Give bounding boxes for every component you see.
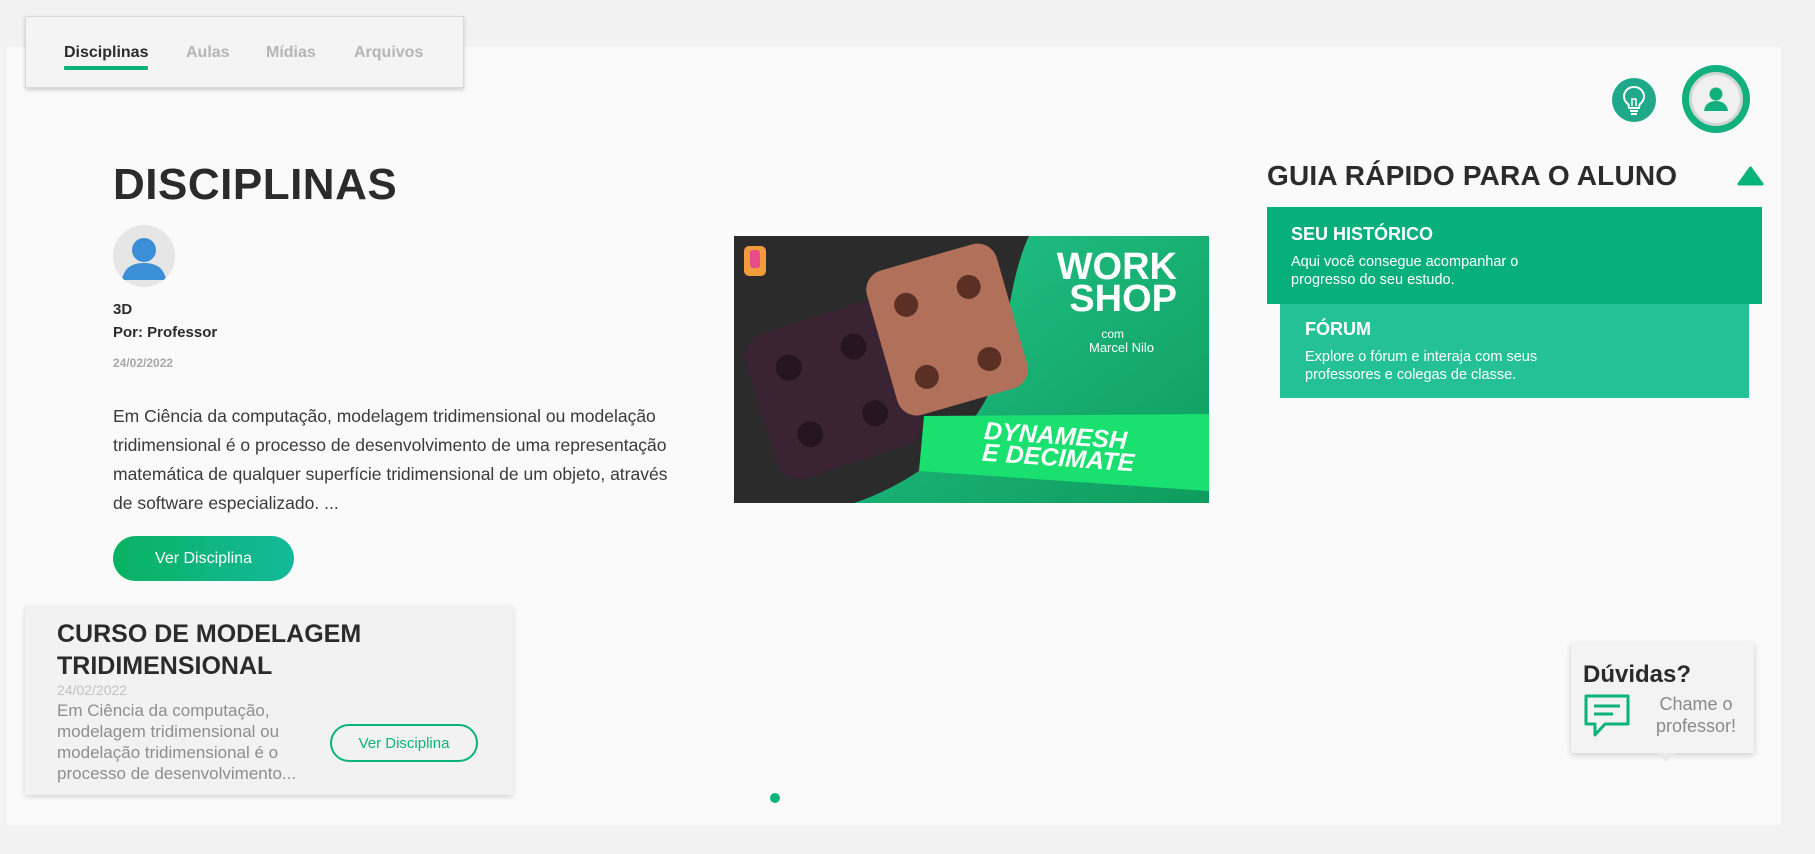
- help-subtitle: Chame o professor!: [1655, 694, 1737, 736]
- course-banner-image[interactable]: WORK SHOP com Marcel Nilo DYNAMESH E DEC…: [734, 236, 1209, 503]
- lightbulb-button[interactable]: [1612, 78, 1656, 122]
- forum-card[interactable]: FÓRUM Explore o fórum e interaja com seu…: [1280, 304, 1749, 398]
- page-title: DISCIPLINAS: [113, 160, 398, 209]
- professor-avatar: [113, 225, 175, 287]
- avatar: [1689, 72, 1743, 126]
- publish-date: 24/02/2022: [113, 356, 174, 370]
- chat-icon: [1584, 694, 1630, 737]
- view-subject-button[interactable]: Ver Disciplina: [113, 536, 294, 581]
- banner-title-line2: SHOP: [1069, 278, 1177, 320]
- guide-title: GUIA RÁPIDO PARA O ALUNO: [1267, 160, 1678, 191]
- tab-aulas[interactable]: Aulas: [186, 44, 230, 62]
- course-card: CURSO DE MODELAGEM TRIDIMENSIONAL 24/02/…: [25, 606, 513, 795]
- user-avatar-button[interactable]: [1682, 65, 1750, 133]
- course-title: CURSO DE MODELAGEM TRIDIMENSIONAL: [57, 620, 362, 680]
- carousel-dot[interactable]: [770, 793, 780, 803]
- tab-disciplinas[interactable]: Disciplinas: [64, 44, 149, 70]
- help-widget[interactable]: Dúvidas? Chame o professor!: [1571, 643, 1754, 762]
- banner-by-label: com: [1101, 327, 1124, 341]
- tab-arquivos[interactable]: Arquivos: [354, 44, 423, 62]
- course-date: 24/02/2022: [57, 682, 128, 698]
- help-title: Dúvidas?: [1583, 661, 1692, 688]
- subject-name: 3D: [113, 301, 133, 318]
- course-view-button[interactable]: Ver Disciplina: [330, 724, 478, 762]
- history-card[interactable]: SEU HISTÓRICO Aqui você consegue acompan…: [1267, 207, 1762, 304]
- history-card-title: SEU HISTÓRICO: [1291, 224, 1434, 244]
- section-tabs: Disciplinas Aulas Mídias Arquivos: [25, 16, 464, 88]
- author-label: Por: Professor: [113, 324, 218, 341]
- collapse-triangle-icon[interactable]: [1737, 164, 1764, 186]
- forum-card-description: Explore o fórum e interaja com seus prof…: [1305, 349, 1538, 383]
- subject-description: Em Ciência da computação, modelagem trid…: [113, 406, 668, 513]
- tab-midias[interactable]: Mídias: [266, 44, 316, 62]
- course-description: Em Ciência da computação, modelagem trid…: [57, 701, 297, 783]
- lightbulb-icon: [1622, 85, 1646, 115]
- user-profile-icon: [1704, 87, 1728, 111]
- history-card-description: Aqui você consegue acompanhar o progress…: [1291, 254, 1519, 288]
- banner-host-name: Marcel Nilo: [1088, 340, 1154, 355]
- user-avatar-icon: [113, 225, 175, 287]
- forum-card-title: FÓRUM: [1305, 319, 1371, 339]
